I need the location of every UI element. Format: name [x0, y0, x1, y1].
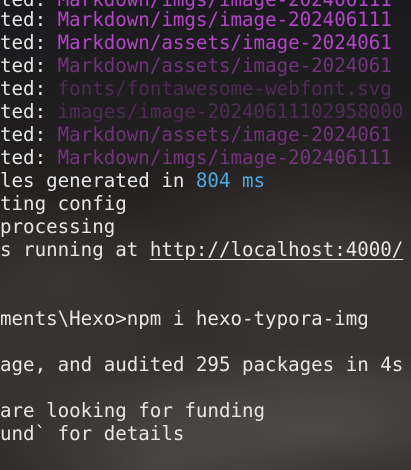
log-line: ted: Markdown/imgs/image-202406111 — [0, 146, 392, 169]
terminal-window[interactable]: ted: Markdown/imgs/image-202406111 ted: … — [0, 0, 411, 470]
file-path: Markdown/assets/image-2024061 — [57, 123, 392, 146]
server-running-line: s running at http://localhost:4000/ — [0, 238, 403, 261]
audit-line: age, and audited 295 packages in 4s — [0, 353, 404, 376]
file-path: Markdown/imgs/image-202406111 — [57, 8, 392, 31]
localhost-link[interactable]: http://localhost:4000/ — [150, 238, 404, 261]
details-line: und` for details — [0, 422, 185, 445]
config-line: ting config — [0, 192, 127, 215]
funding-line: are looking for funding — [0, 399, 266, 422]
log-prefix: ted: — [0, 77, 47, 100]
log-prefix: ted: — [0, 100, 47, 123]
log-prefix: ted: — [0, 8, 47, 31]
log-line: ted: Markdown/assets/image-2024061 — [0, 54, 392, 77]
log-line: ted: Markdown/imgs/image-202406111 — [0, 8, 392, 31]
log-prefix: ted: — [0, 31, 47, 54]
log-prefix: ted: — [0, 54, 47, 77]
file-path: fonts/fontawesome-webfont.svg — [57, 77, 392, 100]
file-path: Markdown/imgs/image-202406111 — [57, 146, 392, 169]
command-prompt-line: ments\Hexo>npm i hexo-typora-img — [0, 307, 369, 330]
file-path: Markdown/assets/image-2024061 — [57, 31, 392, 54]
log-line: ted: Markdown/assets/image-2024061 — [0, 123, 392, 146]
generated-line: les generated in 804 ms — [0, 169, 265, 192]
generated-text: les generated in — [0, 169, 196, 192]
generation-time: 804 ms — [195, 169, 266, 192]
running-text: s running at — [0, 238, 150, 261]
log-line: ted: images/image-20240611102958000 — [0, 100, 403, 123]
log-line: ted: Markdown/assets/image-2024061 — [0, 31, 392, 54]
log-line: ted: fonts/fontawesome-webfont.svg — [0, 77, 392, 100]
log-prefix: ted: — [0, 123, 47, 146]
processing-line: processing — [0, 215, 116, 238]
file-path: Markdown/assets/image-2024061 — [57, 54, 392, 77]
log-prefix: ted: — [0, 146, 47, 169]
file-path: images/image-20240611102958000 — [57, 100, 404, 123]
